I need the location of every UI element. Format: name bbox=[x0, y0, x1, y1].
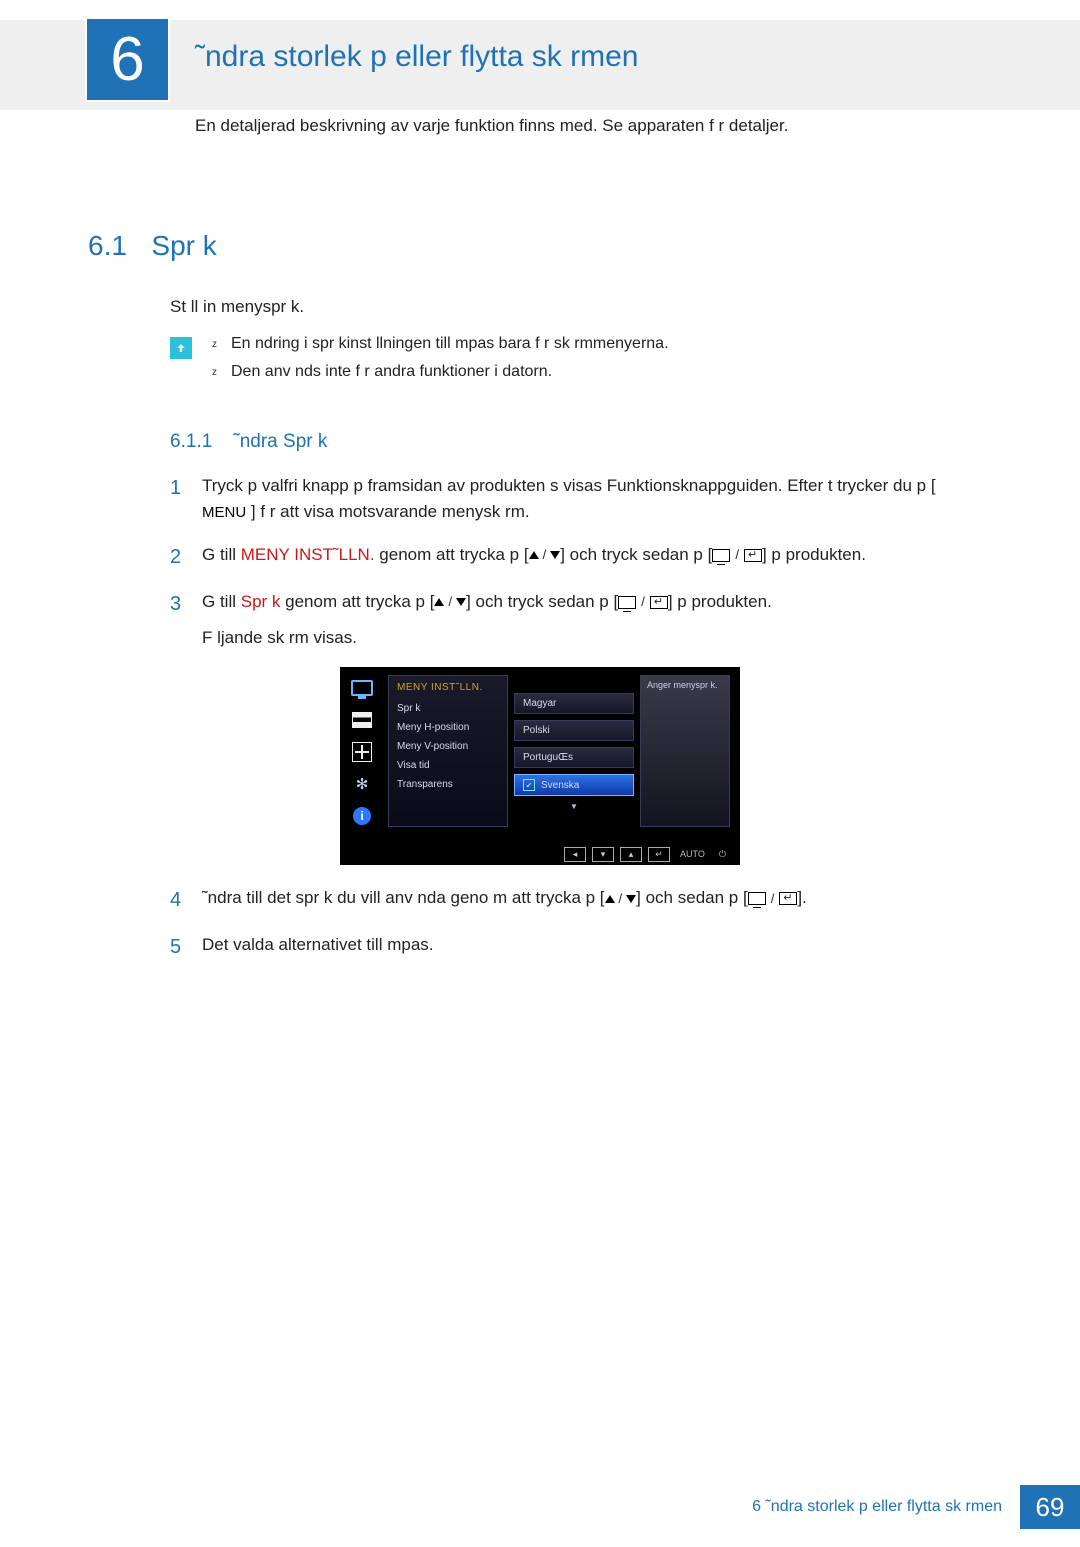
osd-menu-item: Spr k bbox=[397, 703, 499, 714]
note-icon bbox=[170, 337, 192, 359]
steps-list: 1 Tryck p valfri knapp p framsidan av pr… bbox=[170, 473, 1080, 651]
menu-path-red: Spr k bbox=[241, 592, 281, 611]
chapter-number: 6 bbox=[110, 24, 144, 95]
osd-option: Polski bbox=[514, 720, 634, 741]
osd-menu-item: Meny V-position bbox=[397, 741, 499, 752]
step-text: genom att trycka p [ bbox=[280, 592, 434, 611]
osd-option-label: Svenska bbox=[541, 780, 579, 791]
osd-menu-item: Meny H-position bbox=[397, 722, 499, 733]
note-block: z En ndring i spr kinst llningen till mp… bbox=[170, 335, 1080, 391]
step-tail: F ljande sk rm visas. bbox=[202, 625, 962, 651]
page-number: 69 bbox=[1020, 1485, 1080, 1529]
step-number: 4 bbox=[170, 885, 184, 916]
osd-option-selected: ✔ Svenska bbox=[514, 774, 634, 796]
step-2: 2 G till MENY INST˜LLN. genom att trycka… bbox=[170, 542, 1080, 573]
osd-menu-item: Transparens bbox=[397, 779, 499, 790]
up-down-icon: / bbox=[605, 889, 637, 909]
step-text: ] p produkten. bbox=[762, 545, 866, 564]
osd-hint-panel: Anger menyspr k. bbox=[640, 675, 730, 827]
subsection-number: 6.1.1 bbox=[170, 431, 212, 452]
chapter-description: En detaljerad beskrivning av varje funkt… bbox=[195, 116, 788, 136]
step-4: 4 ˜ndra till det spr k du vill anv nda g… bbox=[170, 885, 1080, 916]
step-1: 1 Tryck p valfri knapp p framsidan av pr… bbox=[170, 473, 1080, 526]
list-icon bbox=[350, 709, 374, 731]
bullet-icon: z bbox=[212, 363, 217, 381]
chapter-number-box: 6 bbox=[85, 17, 170, 102]
step-3: 3 G till Spr k genom att trycka p [/] oc… bbox=[170, 589, 1080, 652]
footer-chapter-ref: 6 ˜ndra storlek p eller flytta sk rmen bbox=[752, 1498, 1002, 1516]
check-icon: ✔ bbox=[523, 779, 535, 791]
osd-menu-column: MENY INST˜LLN. Spr k Meny H-position Men… bbox=[388, 675, 508, 827]
step-text: ] och tryck sedan p [ bbox=[466, 592, 618, 611]
up-down-icon: / bbox=[529, 545, 561, 565]
osd-option: PortuguŒs bbox=[514, 747, 634, 768]
step-text: ] f r att visa motsvarande menysk rm. bbox=[251, 502, 530, 521]
position-icon bbox=[350, 741, 374, 763]
step-text: Tryck p valfri knapp p framsidan av prod… bbox=[202, 476, 936, 495]
step-text: ] och sedan p [ bbox=[636, 888, 748, 907]
osd-option: Magyar bbox=[514, 693, 634, 714]
section-title: Spr k bbox=[151, 230, 216, 262]
source-enter-icon: / bbox=[748, 889, 798, 909]
source-enter-icon: / bbox=[712, 545, 762, 565]
nav-up-icon: ▴ bbox=[620, 847, 642, 862]
note-text: Den anv nds inte f r andra funktioner i … bbox=[231, 363, 552, 381]
osd-menu-item: Visa tid bbox=[397, 760, 499, 771]
step-number: 1 bbox=[170, 473, 184, 504]
note-item: z Den anv nds inte f r andra funktioner … bbox=[212, 363, 669, 381]
page-footer: 6 ˜ndra storlek p eller flytta sk rmen 6… bbox=[0, 1485, 1080, 1529]
subsection-heading: 6.1.1 ˜ndra Spr k bbox=[170, 431, 1080, 453]
note-text: En ndring i spr kinst llningen till mpas… bbox=[231, 335, 669, 353]
gear-icon: ✻ bbox=[350, 773, 374, 795]
step-number: 5 bbox=[170, 932, 184, 963]
nav-down-icon: ▾ bbox=[592, 847, 614, 862]
step-number: 3 bbox=[170, 589, 184, 620]
section-number: 6.1 bbox=[88, 230, 127, 262]
nav-enter-icon: ↵ bbox=[648, 847, 670, 862]
up-down-icon: / bbox=[434, 592, 466, 612]
source-enter-icon: / bbox=[618, 592, 668, 612]
osd-hint-text: Anger menyspr k. bbox=[647, 680, 718, 690]
step-text: ] och tryck sedan p [ bbox=[560, 545, 712, 564]
menu-path-red: MENY INST˜LLN. bbox=[241, 545, 375, 564]
bullet-icon: z bbox=[212, 335, 217, 353]
osd-sidebar: ✻ i bbox=[350, 675, 380, 827]
step-text: Det valda alternativet till mpas. bbox=[202, 935, 434, 954]
power-icon: ⏻ bbox=[715, 849, 730, 860]
chapter-title: ˜ndra storlek p eller flytta sk rmen bbox=[195, 40, 638, 74]
note-item: z En ndring i spr kinst llningen till mp… bbox=[212, 335, 669, 353]
step-text: ] p produkten. bbox=[668, 592, 772, 611]
osd-bottom-bar: ◂ ▾ ▴ ↵ AUTO ⏻ bbox=[340, 843, 740, 865]
osd-category-title: MENY INST˜LLN. bbox=[397, 682, 499, 693]
osd-options-column: Magyar Polski PortuguŒs ✔ Svenska ▼ bbox=[514, 675, 634, 827]
step-text: genom att trycka p [ bbox=[375, 545, 529, 564]
subsection-title: ˜ndra Spr k bbox=[233, 431, 327, 452]
nav-left-icon: ◂ bbox=[564, 847, 586, 862]
chevron-down-icon: ▼ bbox=[514, 802, 634, 811]
step-text: ˜ndra till det spr k du vill anv nda gen… bbox=[202, 888, 605, 907]
section-intro: St ll in menyspr k. bbox=[170, 297, 1080, 317]
step-text: G till bbox=[202, 592, 241, 611]
osd-screenshot: ✻ i MENY INST˜LLN. Spr k Meny H-position… bbox=[340, 667, 740, 865]
step-text: G till bbox=[202, 545, 241, 564]
menu-label: MENU bbox=[202, 504, 246, 521]
info-icon: i bbox=[350, 805, 374, 827]
chapter-header: 6 ˜ndra storlek p eller flytta sk rmen bbox=[0, 20, 1080, 110]
step-5: 5 Det valda alternativet till mpas. bbox=[170, 932, 1080, 963]
step-text: ]. bbox=[797, 888, 806, 907]
auto-label: AUTO bbox=[676, 849, 709, 859]
step-number: 2 bbox=[170, 542, 184, 573]
monitor-icon bbox=[350, 677, 374, 699]
